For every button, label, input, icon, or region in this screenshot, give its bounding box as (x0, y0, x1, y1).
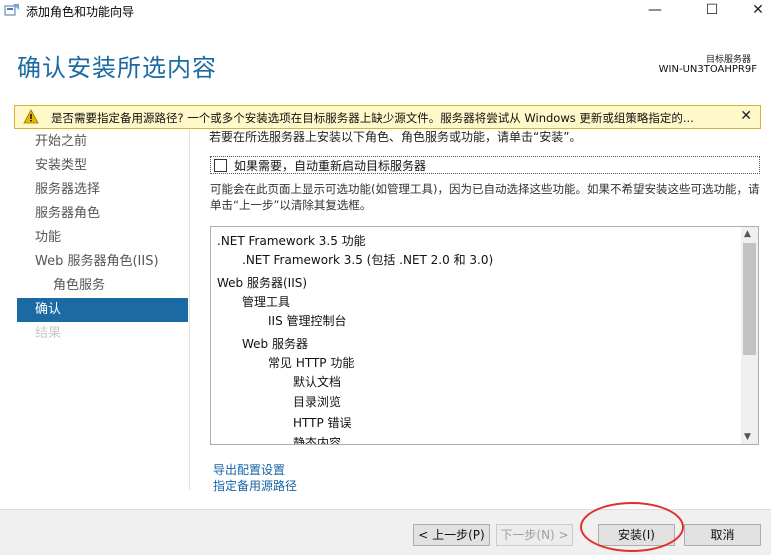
warning-icon (23, 109, 39, 124)
cancel-button[interactable]: 取消 (684, 524, 761, 546)
nav-item-before-you-begin[interactable]: 开始之前 (17, 130, 188, 154)
nav-item-server-selection[interactable]: 服务器选择 (17, 178, 188, 202)
list-item: Web 服务器(IIS) (217, 276, 308, 290)
minimize-button[interactable]: — (632, 0, 678, 22)
install-highlight-ring (580, 502, 684, 552)
list-item: IIS 管理控制台 (268, 314, 347, 328)
maximize-button[interactable]: ☐ (689, 0, 735, 22)
list-item: Web 服务器 (242, 337, 308, 351)
nav-item-server-roles[interactable]: 服务器角色 (17, 202, 188, 226)
nav-divider (189, 130, 190, 490)
features-list-box[interactable]: .NET Framework 3.5 功能 .NET Framework 3.5… (210, 226, 759, 445)
alt-source-path-link[interactable]: 指定备用源路径 (213, 477, 297, 494)
title-bar: 添加角色和功能向导 — ☐ ✕ (0, 0, 771, 22)
warning-text: 是否需要指定备用源路径? 一个或多个安装选项在目标服务器上缺少源文件。服务器将尝… (51, 111, 694, 125)
scroll-thumb[interactable] (743, 243, 756, 355)
restart-checkbox[interactable] (214, 159, 227, 172)
page-title: 确认安装所选内容 (17, 54, 217, 82)
scroll-up-icon[interactable]: ▲ (744, 229, 751, 239)
nav-item-role-services[interactable]: 角色服务 (17, 274, 188, 298)
nav-item-confirmation[interactable]: 确认 (17, 298, 188, 322)
restart-label[interactable]: 如果需要，自动重新启动目标服务器 (234, 157, 426, 174)
nav-item-features[interactable]: 功能 (17, 226, 188, 250)
list-item: 目录浏览 (293, 395, 342, 409)
warning-close-icon[interactable]: ✕ (740, 108, 752, 124)
target-server-name: WIN-UN3TOAHPR9F (658, 64, 757, 75)
nav-item-results: 结果 (35, 326, 62, 341)
features-scrollbar[interactable]: ▲ ▼ (741, 227, 758, 444)
intro-text: 若要在所选服务器上安装以下角色、角色服务或功能，请单击“安装”。 (209, 130, 582, 144)
wizard-nav: 开始之前 安装类型 服务器选择 服务器角色 功能 Web 服务器角色(IIS) … (17, 130, 188, 346)
optional-features-note: 可能会在此页面上显示可选功能(如管理工具)，因为已自动选择这些功能。如果不希望安… (210, 182, 760, 212)
restart-option[interactable]: 如果需要，自动重新启动目标服务器 (210, 156, 760, 174)
nav-item-web-server-role[interactable]: Web 服务器角色(IIS) (17, 250, 188, 274)
previous-button[interactable]: < 上一步(P) (413, 524, 490, 546)
warning-bar[interactable]: 是否需要指定备用源路径? 一个或多个安装选项在目标服务器上缺少源文件。服务器将尝… (14, 105, 761, 129)
nav-item-installation-type[interactable]: 安装类型 (17, 154, 188, 178)
list-item: 静态内容 (293, 436, 342, 445)
next-button: 下一步(N) > (496, 524, 573, 546)
list-item: 常见 HTTP 功能 (268, 356, 355, 370)
list-item: .NET Framework 3.5 功能 (217, 234, 366, 248)
list-item: 默认文档 (293, 375, 342, 389)
window-title: 添加角色和功能向导 (26, 5, 135, 19)
close-window-button[interactable]: ✕ (735, 0, 771, 22)
scroll-down-icon[interactable]: ▼ (744, 432, 751, 442)
server-manager-icon (4, 4, 19, 16)
export-config-link[interactable]: 导出配置设置 (213, 461, 285, 478)
list-item: HTTP 错误 (293, 416, 352, 430)
list-item: .NET Framework 3.5 (包括 .NET 2.0 和 3.0) (242, 253, 494, 267)
list-item: 管理工具 (242, 295, 291, 309)
